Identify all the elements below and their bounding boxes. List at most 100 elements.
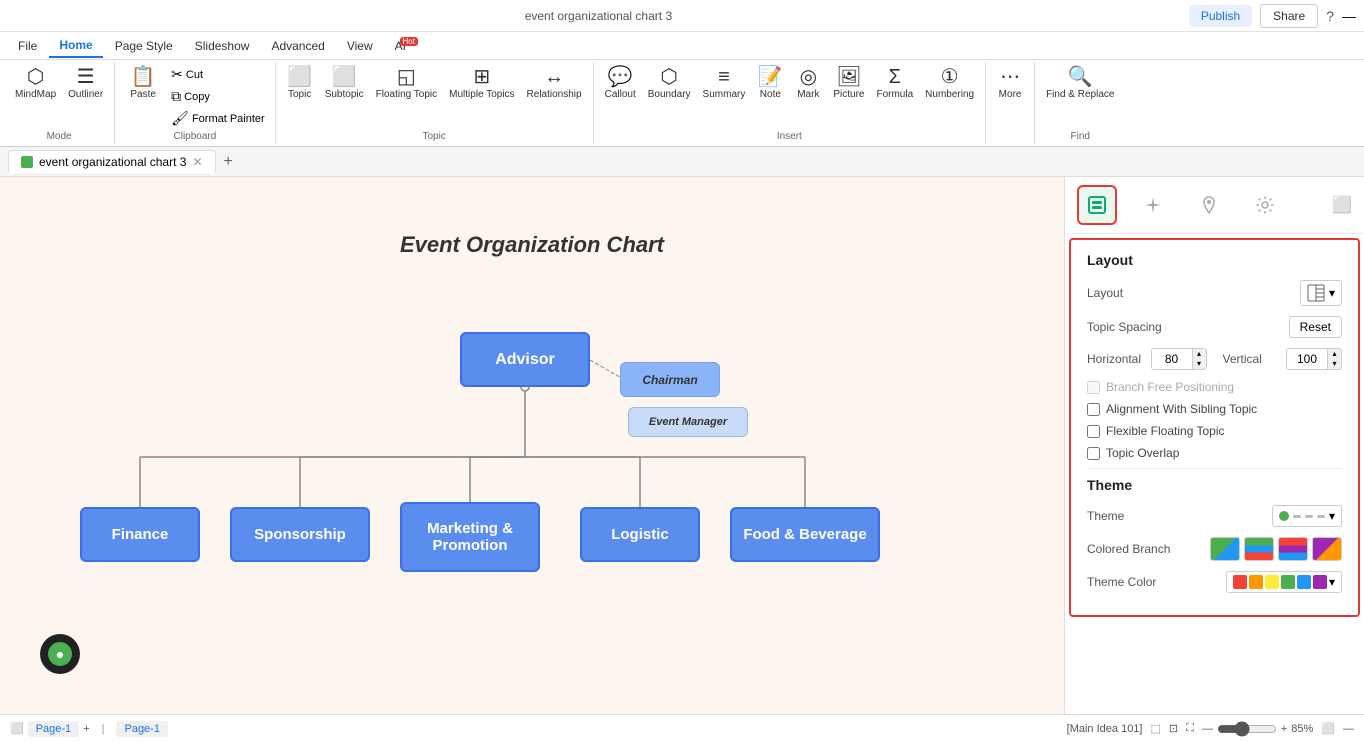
paste-button[interactable]: 📋 Paste (121, 64, 165, 104)
minimize-button[interactable]: — (1342, 8, 1356, 24)
overlap-checkbox[interactable] (1087, 447, 1100, 460)
help-button[interactable]: ? (1326, 8, 1334, 24)
layout-section-title: Layout (1087, 252, 1342, 268)
vertical-up[interactable]: ▴ (1327, 349, 1341, 359)
swatch-orange (1249, 575, 1263, 589)
tab-view[interactable]: View (337, 35, 383, 57)
tab-file[interactable]: File (8, 35, 47, 57)
doc-tab[interactable]: event organizational chart 3 ✕ (8, 150, 216, 173)
branch-opt-4[interactable] (1312, 537, 1342, 561)
expand-icon[interactable]: ⬜ (1321, 722, 1335, 735)
node-logistic[interactable]: Logistic (580, 507, 700, 562)
node-marketing[interactable]: Marketing & Promotion (400, 502, 540, 572)
panel-layout-icon[interactable] (1077, 185, 1117, 225)
horizontal-input[interactable] (1152, 350, 1192, 368)
node-event-manager[interactable]: Event Manager (628, 407, 748, 437)
panel-sparkle-icon[interactable] (1133, 185, 1173, 225)
subtopic-button[interactable]: ⬜ Subtopic (320, 64, 369, 104)
theme-color-select[interactable]: ▾ (1226, 571, 1342, 593)
layout-label: Layout (1087, 286, 1300, 300)
theme-select[interactable]: ▾ (1272, 505, 1342, 527)
ribbon-content: ⬡ MindMap ☰ Outliner Mode 📋 Paste (0, 60, 1364, 146)
group-insert-label: Insert (777, 131, 802, 142)
overlap-row: Topic Overlap (1087, 446, 1342, 460)
outliner-button[interactable]: ☰ Outliner (63, 64, 108, 104)
zoom-plus-btn[interactable]: + (1281, 723, 1287, 735)
branch-opt-3[interactable] (1278, 537, 1308, 561)
branch-opt-1[interactable] (1210, 537, 1240, 561)
panel-location-icon[interactable] (1189, 185, 1229, 225)
page-layout-icon[interactable]: ⬜ (10, 722, 24, 735)
publish-button[interactable]: Publish (1189, 5, 1252, 27)
zoom-fit-icon[interactable]: ⊡ (1169, 722, 1178, 735)
horizontal-field[interactable]: ▴ ▾ (1151, 348, 1207, 370)
tab-close-button[interactable]: ✕ (192, 155, 202, 169)
fit-page-icon[interactable]: ⬚ (1151, 722, 1161, 735)
horizontal-up[interactable]: ▴ (1192, 349, 1206, 359)
more-button[interactable]: ⋯ More (992, 64, 1028, 104)
zoom-minus-btn[interactable]: — (1202, 723, 1213, 735)
add-page-button[interactable]: + (83, 723, 89, 735)
theme-color-label: Theme Color (1087, 575, 1226, 589)
layout-select[interactable]: ▾ (1300, 280, 1342, 306)
tab-add-button[interactable]: + (216, 149, 241, 175)
flexible-label: Flexible Floating Topic (1106, 424, 1225, 438)
branch-free-checkbox[interactable] (1087, 381, 1100, 394)
colored-branch-label: Colored Branch (1087, 542, 1210, 556)
node-advisor[interactable]: Advisor (460, 332, 590, 387)
panel-expand-icon[interactable]: ⬜ (1332, 195, 1352, 215)
boundary-button[interactable]: ⬡ Boundary (643, 64, 696, 104)
tab-ai[interactable]: AI Hot (385, 35, 416, 57)
mark-button[interactable]: ◎ Mark (790, 64, 826, 104)
node-sponsorship[interactable]: Sponsorship (230, 507, 370, 562)
horizontal-label: Horizontal (1087, 352, 1143, 366)
find-replace-button[interactable]: 🔍 Find & Replace (1041, 64, 1119, 104)
collapse-icon[interactable]: — (1343, 723, 1354, 735)
summary-button[interactable]: ≡ Summary (698, 64, 751, 104)
topic-button[interactable]: ⬜ Topic (282, 64, 318, 104)
note-button[interactable]: 📝 Note (752, 64, 788, 104)
reset-button[interactable]: Reset (1289, 316, 1342, 338)
node-food[interactable]: Food & Beverage (730, 507, 880, 562)
alignment-checkbox[interactable] (1087, 403, 1100, 416)
node-finance[interactable]: Finance (80, 507, 200, 562)
group-topic-label: Topic (422, 131, 445, 142)
page-name-left[interactable]: Page-1 (28, 721, 79, 737)
ai-assistant-button[interactable]: ● (40, 634, 80, 674)
picture-button[interactable]: 🖼 Picture (828, 64, 869, 104)
callout-button[interactable]: 💬 Callout (600, 64, 641, 104)
relationship-button[interactable]: ↔ Relationship (522, 64, 587, 104)
fullscreen-icon[interactable]: ⛶ (1186, 722, 1194, 735)
multiple-topics-icon: ⊞ (473, 67, 490, 87)
floating-topic-button[interactable]: ◱ Floating Topic (371, 64, 443, 104)
cut-button[interactable]: ✂ Cut (167, 64, 269, 85)
theme-chevron-icon: ▾ (1329, 509, 1335, 523)
mindmap-button[interactable]: ⬡ MindMap (10, 64, 61, 104)
format-painter-button[interactable]: 🖌 Format Painter (167, 108, 269, 129)
subtopic-icon: ⬜ (332, 67, 357, 87)
zoom-slider[interactable] (1217, 721, 1277, 737)
panel-settings-icon[interactable] (1245, 185, 1285, 225)
tab-advanced[interactable]: Advanced (261, 35, 334, 57)
vertical-input[interactable] (1287, 350, 1327, 368)
tab-pagestyle[interactable]: Page Style (105, 35, 183, 57)
tab-home[interactable]: Home (49, 34, 102, 58)
topic-spacing-row: Topic Spacing Reset (1087, 316, 1342, 338)
vertical-down[interactable]: ▾ (1327, 359, 1341, 369)
share-button[interactable]: Share (1260, 4, 1318, 28)
copy-button[interactable]: ⧉ Copy (167, 86, 269, 107)
branch-opt-2[interactable] (1244, 537, 1274, 561)
formula-button[interactable]: Σ Formula (871, 64, 918, 104)
bottom-bar-right: [Main Idea 101] ⬚ ⊡ ⛶ — + 85% ⬜ — (1067, 721, 1354, 737)
page-indicator-current[interactable]: Page-1 (116, 721, 167, 737)
theme-dot-gray3 (1317, 515, 1325, 518)
horizontal-down[interactable]: ▾ (1192, 359, 1206, 369)
divider-bar: | (102, 723, 105, 735)
multiple-topics-button[interactable]: ⊞ Multiple Topics (444, 64, 519, 104)
canvas[interactable]: Event Organization Chart Advisor Chairma… (0, 177, 1064, 714)
flexible-checkbox[interactable] (1087, 425, 1100, 438)
node-chairman[interactable]: Chairman (620, 362, 720, 397)
numbering-button[interactable]: ① Numbering (920, 64, 979, 104)
vertical-field[interactable]: ▴ ▾ (1286, 348, 1342, 370)
tab-slideshow[interactable]: Slideshow (185, 35, 260, 57)
